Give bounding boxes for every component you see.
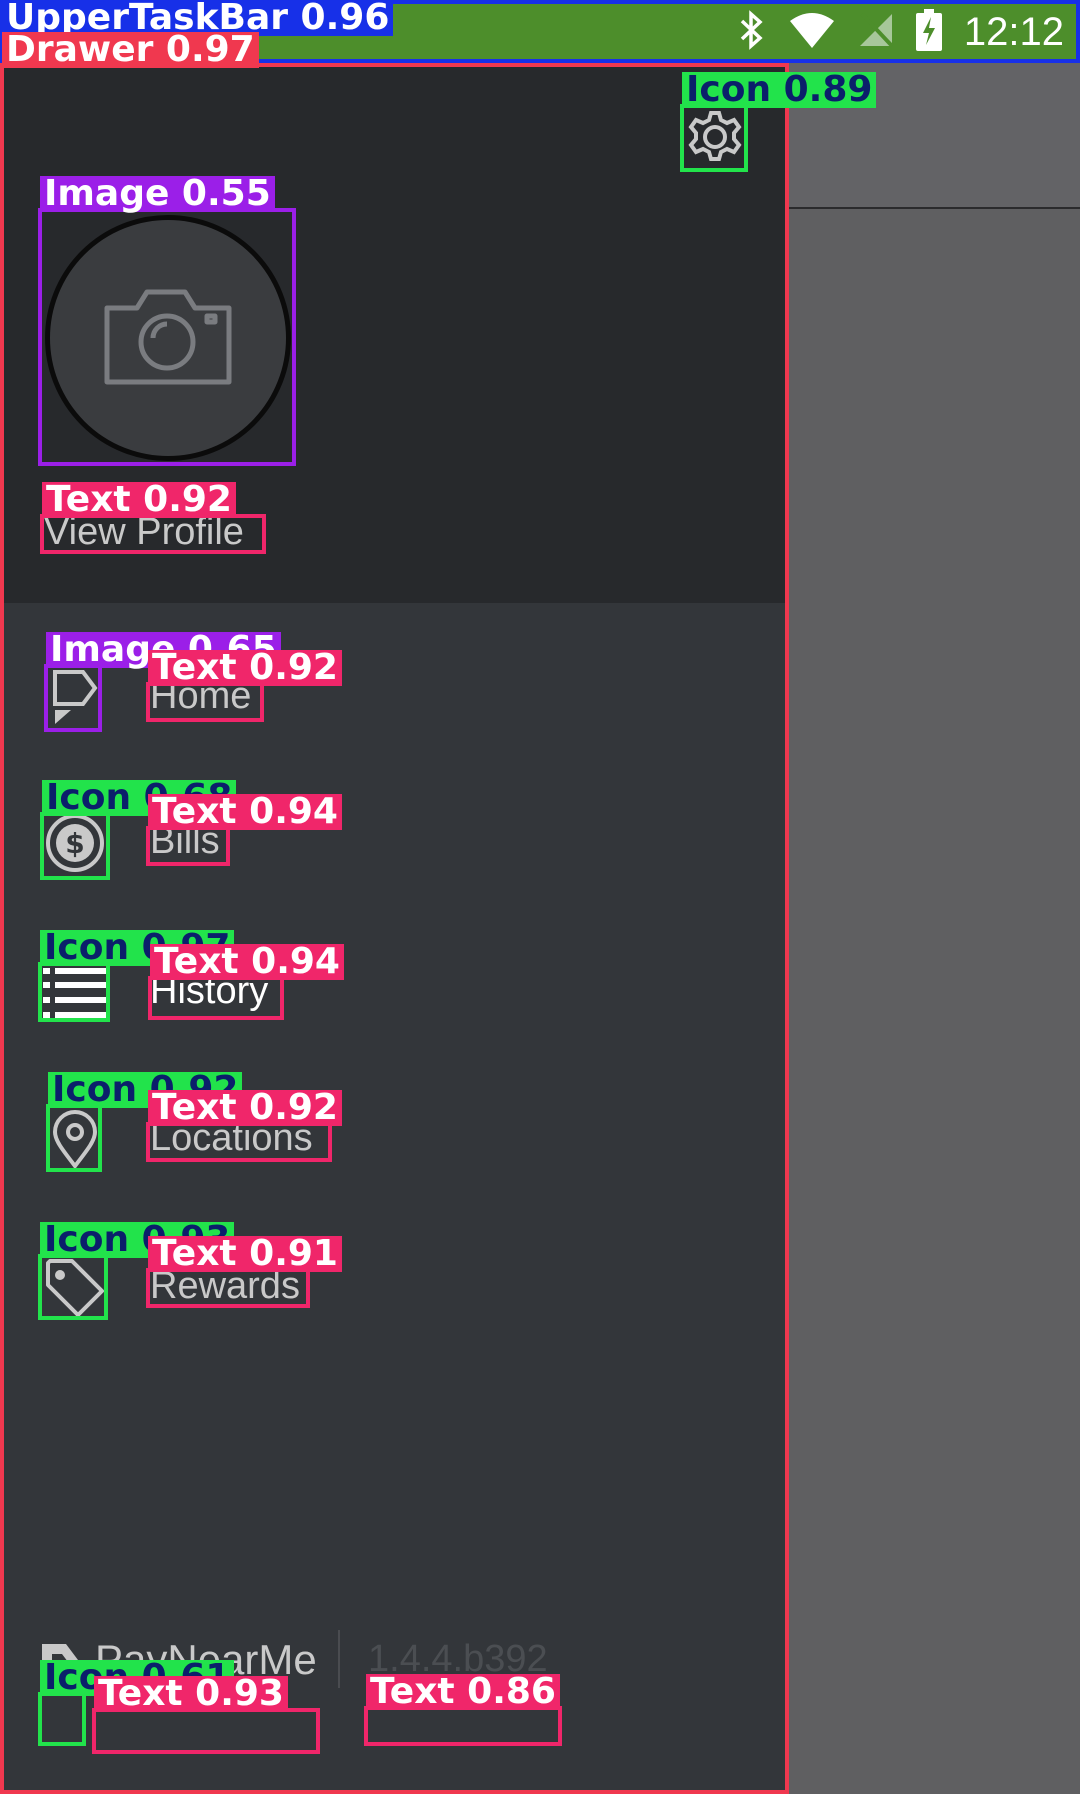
- annotation-label: Image 0.55: [40, 176, 275, 212]
- annotation-label: Text 0.92: [148, 650, 342, 686]
- gear-icon[interactable]: [685, 107, 745, 167]
- annotation-label: Text 0.94: [150, 944, 344, 980]
- menu-item-locations[interactable]: Locations: [40, 1105, 740, 1175]
- annotation-label: Icon 0.89: [682, 72, 877, 108]
- annotation-label: Drawer 0.97: [2, 32, 259, 68]
- annotation-label: Text 0.93: [94, 1676, 288, 1712]
- annotation-label: Text 0.92: [148, 1090, 342, 1126]
- annotation-label: Text 0.92: [42, 482, 236, 518]
- drawer-header: View Profile: [0, 63, 789, 603]
- map-pin-icon: [40, 1105, 110, 1175]
- bluetooth-icon: [738, 9, 766, 55]
- profile-avatar[interactable]: [45, 215, 291, 461]
- svg-text:$: $: [65, 827, 84, 860]
- annotation-label: Text 0.86: [366, 1674, 560, 1710]
- wifi-icon: [788, 11, 836, 54]
- footer-divider: [338, 1630, 340, 1688]
- menu-item-history[interactable]: History: [40, 958, 740, 1028]
- clock: 12:12: [963, 9, 1064, 54]
- home-tag-icon: [40, 663, 110, 733]
- price-tag-icon: [40, 1253, 110, 1323]
- annotation-label: Text 0.94: [148, 794, 342, 830]
- dollar-coin-icon: $: [40, 808, 110, 878]
- list-icon: [40, 958, 110, 1028]
- no-signal-icon: [858, 12, 894, 53]
- menu-item-bills[interactable]: $ Bills: [40, 808, 740, 878]
- annotation-label: Text 0.91: [148, 1236, 342, 1272]
- camera-icon: [103, 286, 233, 391]
- battery-charging-icon: [915, 8, 942, 56]
- menu-item-rewards[interactable]: Rewards: [40, 1253, 740, 1323]
- menu-item-home[interactable]: Home: [40, 663, 740, 733]
